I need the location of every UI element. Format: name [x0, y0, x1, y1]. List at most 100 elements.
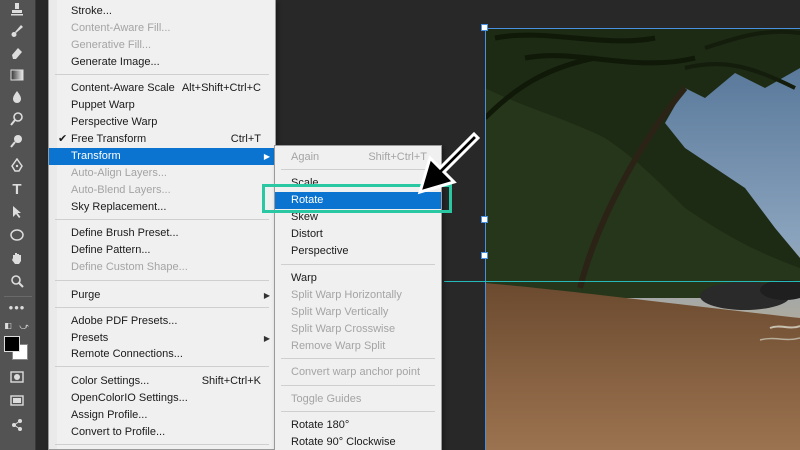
menu-item-remove-warp-split: Remove Warp Split [275, 338, 441, 355]
menu-item-perspective-warp[interactable]: Perspective Warp [49, 114, 275, 131]
menu-item-presets[interactable]: Presets ▶ [49, 330, 275, 347]
menu-item-label: Split Warp Vertically [291, 306, 389, 318]
transform-handle-left[interactable] [481, 252, 488, 259]
menu-separator [55, 280, 269, 281]
menu-separator [55, 307, 269, 308]
menu-item-transform[interactable]: Transform ▶ [49, 148, 275, 165]
menu-item-generate-image[interactable]: Generate Image... [49, 54, 275, 71]
pointer-arrow-icon [414, 130, 486, 202]
menu-separator [55, 219, 269, 220]
pen-icon[interactable] [6, 156, 28, 176]
menu-item-puppet-warp[interactable]: Puppet Warp [49, 97, 275, 114]
menu-item-define-pattern[interactable]: Define Pattern... [49, 242, 275, 259]
menu-item-rotate-90-clockwise[interactable]: Rotate 90° Clockwise [275, 434, 441, 450]
submenu-arrow-icon: ▶ [263, 334, 270, 343]
ellipse-icon[interactable] [6, 226, 28, 246]
burn-icon[interactable] [6, 132, 28, 152]
menu-item-label: Puppet Warp [71, 99, 135, 111]
menu-item-convert-to-profile[interactable]: Convert to Profile... [49, 424, 275, 441]
menu-item-split-warp-horizontally: Split Warp Horizontally [275, 287, 441, 304]
beach-photo-layer[interactable] [485, 28, 800, 450]
menu-item-distort[interactable]: Distort [275, 226, 441, 243]
menu-item-opencolorio-settings[interactable]: OpenColorIO Settings... [49, 390, 275, 407]
menu-separator [55, 74, 269, 75]
menu-item-auto-align-layers: Auto-Align Layers... [49, 165, 275, 182]
type-icon[interactable]: T [6, 180, 28, 200]
menu-separator [281, 169, 435, 170]
menu-item-color-settings[interactable]: Color Settings... Shift+Ctrl+K [49, 373, 275, 390]
menu-separator [281, 358, 435, 359]
checkmark-icon: ✔ [58, 133, 68, 145]
menu-item-label: Convert to Profile... [71, 426, 166, 438]
menu-item-label: Adobe PDF Presets... [71, 315, 178, 327]
menu-item-label: Content-Aware Fill... [71, 22, 171, 34]
menu-item-label: Generative Fill... [71, 39, 152, 51]
swap-colors-icon[interactable]: ⤻ [18, 316, 30, 336]
menu-item-warp[interactable]: Warp [275, 270, 441, 287]
menu-item-label: Sky Replacement... [71, 201, 167, 213]
gradient-icon[interactable] [6, 66, 28, 86]
history-brush-icon[interactable] [6, 22, 28, 42]
menu-item-content-aware-scale[interactable]: Content-Aware Scale Alt+Shift+Ctrl+C [49, 80, 275, 97]
eraser-icon[interactable] [6, 44, 28, 64]
horizontal-guide[interactable] [444, 281, 800, 282]
path-selection-icon[interactable] [6, 203, 28, 223]
menu-item-stroke[interactable]: Stroke... [49, 3, 275, 20]
menu-separator [281, 411, 435, 412]
menu-item-label: Split Warp Crosswise [291, 323, 396, 335]
menu-item-label: Perspective [291, 245, 349, 257]
menu-item-label: Generate Image... [71, 56, 160, 68]
menu-item-label: Split Warp Horizontally [291, 289, 402, 301]
transform-handle-middle-left[interactable] [481, 216, 488, 223]
menu-separator [281, 264, 435, 265]
menu-item-define-brush-preset[interactable]: Define Brush Preset... [49, 225, 275, 242]
menu-item-rotate-180[interactable]: Rotate 180° [275, 417, 441, 434]
menu-item-free-transform[interactable]: ✔ Free Transform Ctrl+T [49, 131, 275, 148]
menu-item-label: Content-Aware Scale [71, 82, 175, 94]
menu-separator [55, 444, 269, 445]
more-tools-icon[interactable]: ••• [6, 298, 28, 318]
menu-item-label: Define Brush Preset... [71, 227, 179, 239]
menu-item-sky-replacement[interactable]: Sky Replacement... [49, 199, 275, 216]
menu-item-define-custom-shape: Define Custom Shape... [49, 259, 275, 276]
menu-item-split-warp-vertically: Split Warp Vertically [275, 304, 441, 321]
foreground-color-swatch[interactable] [4, 336, 20, 352]
screen-mode-icon[interactable] [6, 392, 28, 412]
menu-separator [281, 385, 435, 386]
zoom-icon[interactable] [6, 272, 28, 292]
menu-item-label: Auto-Align Layers... [71, 167, 167, 179]
menu-item-toggle-guides: Toggle Guides [275, 391, 441, 408]
menu-item-label: Toggle Guides [291, 393, 362, 405]
menu-item-assign-profile[interactable]: Assign Profile... [49, 407, 275, 424]
default-colors-icon[interactable]: ◧ [2, 316, 14, 336]
menu-item-perspective[interactable]: Perspective [275, 243, 441, 260]
menu-item-purge[interactable]: Purge ▶ [49, 287, 275, 304]
menu-separator [55, 366, 269, 367]
quick-mask-icon[interactable] [6, 368, 28, 388]
menu-item-auto-blend-layers: Auto-Blend Layers... [49, 182, 275, 199]
transform-handle-top-left[interactable] [481, 24, 488, 31]
menu-item-label: Rotate 180° [291, 419, 350, 431]
stamp-icon[interactable] [6, 0, 28, 20]
menu-item-shortcut: Alt+Shift+Ctrl+C [181, 82, 261, 94]
menu-item-label: Define Pattern... [71, 244, 151, 256]
menu-item-content-aware-fill: Content-Aware Fill... [49, 20, 275, 37]
share-icon[interactable] [6, 416, 28, 436]
menu-item-label: Remote Connections... [71, 348, 183, 360]
menu-item-label: Define Custom Shape... [71, 261, 188, 273]
menu-item-label: OpenColorIO Settings... [71, 392, 188, 404]
menu-item-remote-connections[interactable]: Remote Connections... [49, 346, 275, 363]
toolbar-divider [4, 296, 32, 297]
blur-icon[interactable] [6, 88, 28, 108]
menu-item-label: Transform [71, 150, 121, 162]
menu-item-generative-fill: Generative Fill... [49, 37, 275, 54]
menu-item-label: Color Settings... [71, 375, 150, 387]
menu-item-shortcut: Ctrl+T [230, 133, 261, 145]
menu-item-adobe-pdf-presets[interactable]: Adobe PDF Presets... [49, 313, 275, 330]
submenu-arrow-icon: ▶ [263, 152, 270, 161]
dodge-icon[interactable] [6, 110, 28, 130]
submenu-arrow-icon: ▶ [263, 291, 270, 300]
hand-icon[interactable] [6, 249, 28, 269]
menu-item-label: Stroke... [71, 5, 112, 17]
menu-item-shortcut: Shift+Ctrl+K [201, 375, 261, 387]
